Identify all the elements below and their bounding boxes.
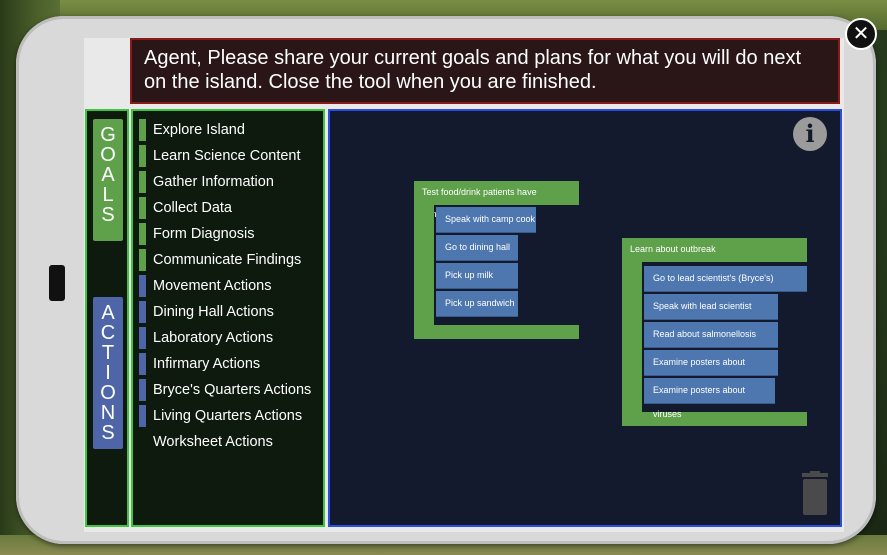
tab-column: G O A L S A C T I O N S: [85, 109, 129, 527]
list-item-label: Form Diagnosis: [153, 226, 255, 242]
action-block[interactable]: Examine posters about bacteria: [644, 350, 778, 391]
tab-goals-letter: L: [102, 184, 114, 206]
list-item-label: Worksheet Actions: [153, 434, 273, 450]
goal-block-spine: [622, 262, 642, 412]
goal-color-bar: [139, 223, 146, 245]
info-icon[interactable]: i: [793, 117, 827, 151]
goal-block-footer: [622, 412, 807, 426]
plan-canvas[interactable]: i Test food/drink patients have consumed…: [328, 109, 842, 527]
list-item-label: Dining Hall Actions: [153, 304, 274, 320]
goal-block-title: Learn about outbreak: [630, 244, 716, 254]
action-block[interactable]: Pick up milk: [436, 263, 518, 289]
action-color-bar: [139, 405, 146, 427]
list-item-label: Learn Science Content: [153, 148, 301, 164]
goal-color-bar: [139, 249, 146, 271]
action-block[interactable]: Go to dining hall: [436, 235, 518, 261]
prompt-text: Agent, Please share your current goals a…: [144, 47, 802, 93]
prompt-message: Agent, Please share your current goals a…: [130, 38, 840, 104]
goal-block-header[interactable]: Test food/drink patients have consumed: [414, 181, 579, 219]
category-list: Explore Island Learn Science Content Gat…: [131, 109, 325, 527]
tab-actions-letter: T: [101, 342, 115, 364]
action-color-bar: [139, 353, 146, 375]
action-block[interactable]: Speak with lead scientist: [644, 294, 778, 320]
list-item-label: Laboratory Actions: [153, 330, 274, 346]
tab-actions-letter: A: [101, 302, 115, 324]
action-color-bar: [139, 301, 146, 323]
list-item-label: Gather Information: [153, 174, 274, 190]
list-item-label: Infirmary Actions: [153, 356, 261, 372]
action-color-bar: [139, 327, 146, 349]
tab-actions-letter: I: [105, 362, 111, 384]
goal-color-bar: [139, 171, 146, 193]
tab-goals-letter: O: [100, 144, 116, 166]
goal-block-footer: [414, 325, 579, 339]
action-block[interactable]: Go to lead scientist's (Bryce's) quarter…: [644, 266, 807, 307]
action-block[interactable]: Examine posters about viruses: [644, 378, 775, 419]
close-icon[interactable]: ✕: [845, 18, 877, 50]
goal-color-bar: [139, 197, 146, 219]
goal-color-bar: [139, 119, 146, 141]
tab-goals-letter: A: [101, 164, 115, 186]
tab-goals[interactable]: G O A L S: [93, 119, 123, 241]
tab-actions-letter: O: [100, 382, 116, 404]
action-block[interactable]: Pick up sandwich: [436, 291, 518, 317]
tab-goals-letter: G: [100, 124, 116, 146]
list-item-label: Communicate Findings: [153, 252, 302, 268]
tab-actions-letter: C: [100, 322, 116, 344]
tablet-home-button[interactable]: [49, 265, 65, 301]
trash-icon[interactable]: [800, 471, 830, 517]
goal-block-spine: [414, 205, 434, 325]
goal-block-header[interactable]: Learn about outbreak: [622, 238, 807, 262]
action-block[interactable]: Speak with camp cook: [436, 207, 536, 233]
list-item-label: Bryce's Quarters Actions: [153, 382, 312, 398]
goal-color-bar: [139, 145, 146, 167]
list-item-label: Explore Island: [153, 122, 245, 138]
list-item-label: Collect Data: [153, 200, 232, 216]
tab-actions-letter: N: [100, 402, 116, 424]
list-item-label: Living Quarters Actions: [153, 408, 303, 424]
action-color-bar: [139, 379, 146, 401]
action-color-bar: [139, 275, 146, 297]
action-block[interactable]: Read about salmonellosis: [644, 322, 778, 348]
tab-actions[interactable]: A C T I O N S: [93, 297, 123, 449]
tab-goals-letter: S: [101, 204, 115, 226]
list-item-label: Movement Actions: [153, 278, 272, 294]
tab-actions-letter: S: [101, 422, 115, 444]
